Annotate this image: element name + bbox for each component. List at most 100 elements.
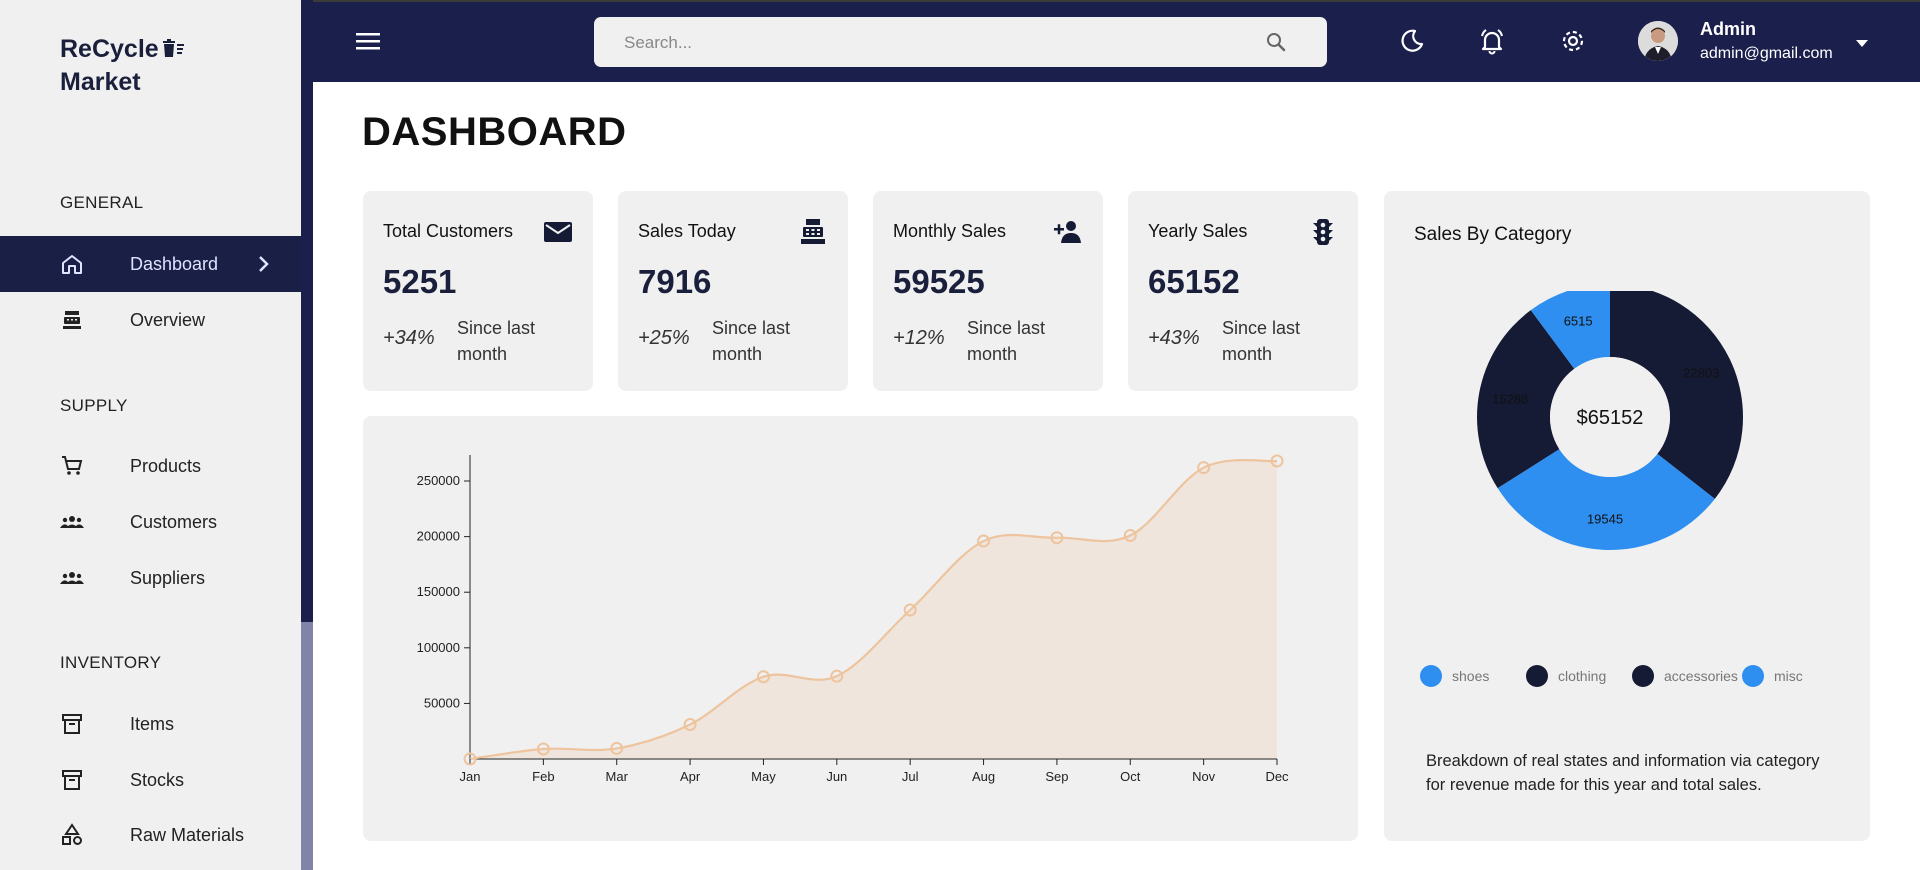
search-input[interactable] xyxy=(622,17,1226,69)
hamburger-menu-icon[interactable] xyxy=(355,30,381,52)
card-change: +34% xyxy=(383,327,435,349)
category-donut-chart: 22803 19545 15288 6515 $65152 xyxy=(1477,291,1743,550)
archive-icon xyxy=(60,768,84,792)
card-change: +25% xyxy=(638,327,690,349)
sidebar-item-label: Dashboard xyxy=(130,253,219,274)
avatar[interactable] xyxy=(1638,21,1678,61)
legend-dot xyxy=(1742,665,1764,687)
y-tick-label: 250000 xyxy=(417,473,460,488)
card-title: Sales Today xyxy=(638,221,736,241)
stat-card-yearly-sales: Yearly Sales 65152 +43% Since last month xyxy=(1128,191,1358,391)
card-value: 7916 xyxy=(638,263,712,300)
bell-icon[interactable] xyxy=(1478,27,1506,55)
card-title: Total Customers xyxy=(383,221,514,241)
card-change: +43% xyxy=(1148,327,1200,349)
sidebar-item-dashboard[interactable]: Dashboard xyxy=(0,236,301,292)
card-change: +12% xyxy=(893,327,945,349)
register-icon xyxy=(60,308,84,332)
card-value: 59525 xyxy=(893,263,985,300)
section-supply: SUPPLY xyxy=(60,396,128,415)
sidebar-item-items[interactable]: Items xyxy=(0,696,301,752)
category-title: Sales By Category xyxy=(1414,224,1572,245)
y-tick-label: 100000 xyxy=(417,640,460,655)
sidebar-item-label: Raw Materials xyxy=(130,824,245,845)
stat-card-monthly-sales: Monthly Sales 59525 +12% Since last mont… xyxy=(873,191,1103,391)
slice-value-label: 6515 xyxy=(1564,314,1593,329)
legend-label: accessories xyxy=(1664,668,1738,684)
brand-logo[interactable]: ReCycle Market xyxy=(60,34,185,98)
trash-icon xyxy=(161,36,185,67)
legend-label: shoes xyxy=(1452,668,1490,684)
x-tick-label: Apr xyxy=(680,769,701,784)
caret-down-icon[interactable] xyxy=(1855,36,1869,54)
donut-center-label: $65152 xyxy=(1577,407,1644,429)
card-title: Yearly Sales xyxy=(1148,221,1248,241)
shapes-icon xyxy=(60,823,84,847)
card-value: 5251 xyxy=(383,263,457,300)
legend-dot xyxy=(1420,665,1442,687)
sidebar-item-label: Products xyxy=(130,455,202,476)
x-tick-label: Jul xyxy=(902,769,919,784)
y-tick-label: 200000 xyxy=(417,529,460,544)
sidebar-item-raw-materials[interactable]: Raw Materials xyxy=(0,807,301,863)
legend-dot xyxy=(1632,665,1654,687)
brand-name-line2: Market xyxy=(60,68,141,96)
sidebar-item-suppliers[interactable]: Suppliers xyxy=(0,550,301,606)
sales-chart-panel: 50000 100000 150000 200000 250000 Jan Feb Mar Ap… xyxy=(363,416,1358,841)
sales-area-chart: 50000 100000 150000 200000 250000 Jan Feb Mar Ap… xyxy=(417,454,1289,784)
stat-card-total-customers: Total Customers 5251 +34% Since last mon… xyxy=(363,191,593,391)
mail-icon xyxy=(543,217,573,247)
category-legend: shoes clothing accessories misc xyxy=(1420,665,1860,689)
slice-value-label: 19545 xyxy=(1587,511,1623,526)
legend-label: clothing xyxy=(1558,668,1607,684)
sidebar-item-label: Suppliers xyxy=(130,567,206,588)
section-general: GENERAL xyxy=(60,193,144,212)
moon-icon[interactable] xyxy=(1398,27,1426,55)
sidebar: ReCycle Market GENERAL Dashboard Overvie… xyxy=(0,0,301,870)
card-since: Since last month xyxy=(967,318,1046,364)
chevron-right-icon xyxy=(257,253,271,280)
sidebar-item-stocks[interactable]: Stocks xyxy=(0,752,301,808)
cart-icon xyxy=(60,454,84,478)
people-icon xyxy=(60,510,84,534)
x-tick-label: Jan xyxy=(460,769,481,784)
user-name: Admin xyxy=(1700,19,1756,39)
x-tick-label: Nov xyxy=(1192,769,1216,784)
sidebar-item-overview[interactable]: Overview xyxy=(0,292,301,348)
x-tick-label: Jun xyxy=(826,769,847,784)
search-icon[interactable] xyxy=(1265,31,1287,58)
stat-card-sales-today: Sales Today 7916 +25% Since last month xyxy=(618,191,848,391)
x-tick-label: Mar xyxy=(606,769,629,784)
section-inventory: INVENTORY xyxy=(60,653,162,672)
area-fill xyxy=(470,460,1277,759)
sales-by-category-panel: Sales By Category 22803 19545 15288 6515 $65… xyxy=(1384,191,1870,841)
sidebar-item-customers[interactable]: Customers xyxy=(0,494,301,550)
sidebar-item-label: Items xyxy=(130,713,175,734)
user-email: admin@gmail.com xyxy=(1700,45,1833,62)
x-tick-label: Sep xyxy=(1045,769,1068,784)
sidebar-item-products[interactable]: Products xyxy=(0,438,301,494)
sidebar-item-label: Customers xyxy=(130,511,218,532)
sidebar-scrollbar-thumb[interactable] xyxy=(301,622,313,870)
legend-label: misc xyxy=(1774,668,1803,684)
page-title: DASHBOARD xyxy=(362,110,627,154)
card-since: Since last month xyxy=(712,318,791,364)
sidebar-item-label: Overview xyxy=(130,309,206,330)
slice-value-label: 22803 xyxy=(1683,365,1719,380)
gear-icon[interactable] xyxy=(1559,27,1587,55)
x-tick-label: May xyxy=(751,769,776,784)
card-title: Monthly Sales xyxy=(893,221,1007,241)
x-tick-label: Aug xyxy=(972,769,995,784)
x-tick-label: Feb xyxy=(532,769,554,784)
y-tick-label: 150000 xyxy=(417,584,460,599)
archive-icon xyxy=(60,712,84,736)
y-tick-label: 50000 xyxy=(424,695,460,710)
brand-name-line1: ReCycle xyxy=(60,35,159,63)
traffic-light-icon xyxy=(1308,217,1338,247)
people-icon xyxy=(60,566,84,590)
card-since: Since last month xyxy=(1222,318,1301,364)
search-bar xyxy=(594,17,1327,69)
card-value: 65152 xyxy=(1148,263,1240,300)
slice-value-label: 15288 xyxy=(1492,391,1528,406)
x-tick-label: Dec xyxy=(1265,769,1289,784)
